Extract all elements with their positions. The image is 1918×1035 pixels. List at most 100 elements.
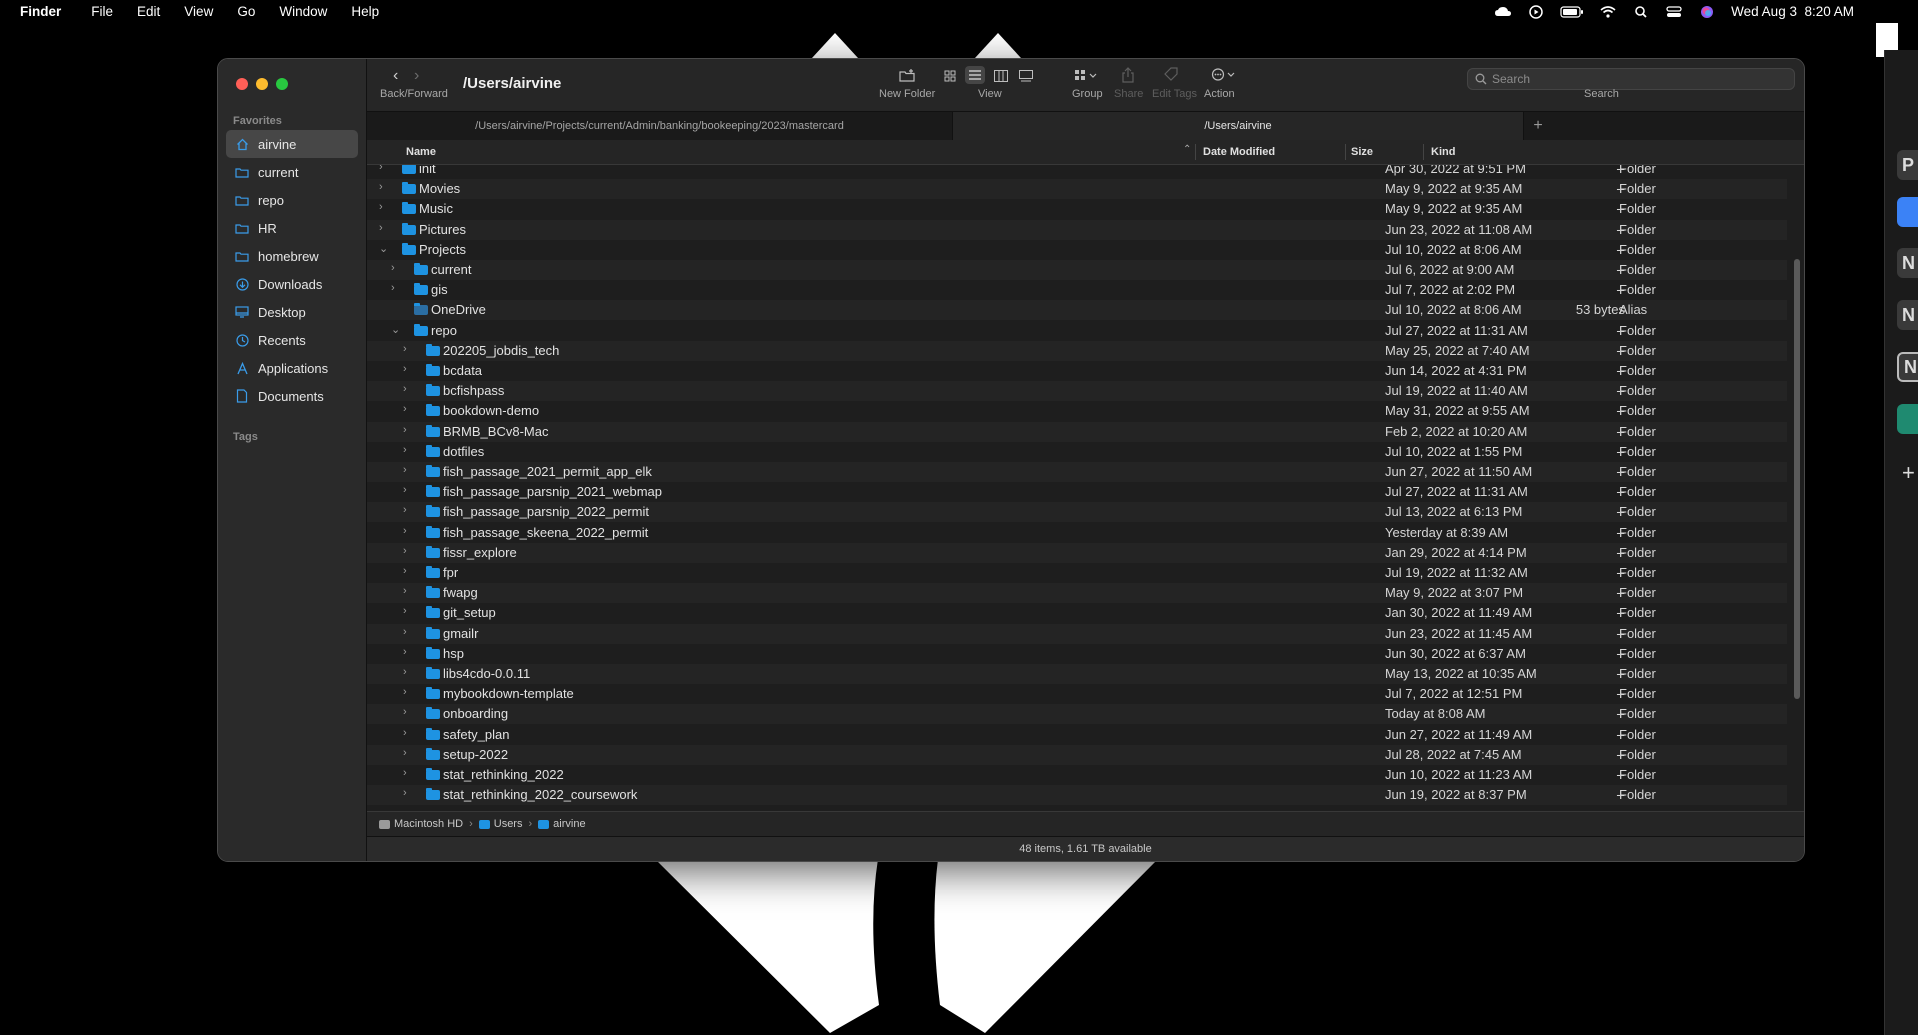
close-button[interactable] xyxy=(236,78,248,90)
table-row[interactable]: › BRMB_BCv8-Mac Feb 2, 2022 at 10:20 AM -- F… xyxy=(367,421,1787,442)
table-row[interactable]: › init Apr 30, 2022 at 9:51 PM -- Folder xyxy=(367,165,1787,179)
chevron-right-icon[interactable]: › xyxy=(391,262,395,274)
chevron-right-icon[interactable]: › xyxy=(379,181,383,193)
table-row[interactable]: ⌄ repo Jul 27, 2022 at 11:31 AM -- Folder xyxy=(367,321,1787,341)
chevron-right-icon[interactable]: › xyxy=(403,666,407,678)
chevron-right-icon[interactable]: › xyxy=(379,201,383,213)
sort-chevron-up-icon[interactable]: ⌃ xyxy=(1183,144,1191,155)
dock-item[interactable] xyxy=(1897,197,1918,227)
tag-icon[interactable] xyxy=(1164,67,1178,81)
table-row[interactable]: ⌄ Projects Jul 10, 2022 at 8:06 AM -- Folder xyxy=(367,240,1787,260)
chevron-right-icon[interactable]: › xyxy=(403,747,407,759)
chevron-right-icon[interactable]: › xyxy=(403,686,407,698)
chevron-right-icon[interactable]: › xyxy=(403,646,407,658)
table-row[interactable]: › mybookdown-template Jul 7, 2022 at 12:51… xyxy=(367,684,1787,704)
table-row[interactable]: › stat_rethinking_2022_coursework Jun 19, … xyxy=(367,785,1787,806)
table-row[interactable]: › fpr Jul 19, 2022 at 11:32 AM -- Folder xyxy=(367,563,1787,583)
play-icon[interactable] xyxy=(1527,4,1545,19)
column-divider[interactable] xyxy=(1345,144,1346,160)
menu-app-finder[interactable]: Finder xyxy=(8,4,79,19)
chevron-right-icon[interactable]: › xyxy=(403,585,407,597)
table-row[interactable]: › dotfiles Jul 10, 2022 at 1:55 PM -- Folder xyxy=(367,442,1787,462)
chevron-down-icon[interactable]: ⌄ xyxy=(379,242,388,255)
table-row[interactable]: › Pictures Jun 23, 2022 at 11:08 AM -- Folde… xyxy=(367,219,1787,240)
breadcrumb-users[interactable]: Users xyxy=(478,818,522,830)
chevron-right-icon[interactable]: › xyxy=(403,626,407,638)
table-row[interactable]: › fish_passage_skeena_2022_permit Yesterda… xyxy=(367,523,1787,543)
action-label[interactable]: Action xyxy=(1204,88,1235,100)
chevron-right-icon[interactable]: › xyxy=(403,504,407,516)
menu-help[interactable]: Help xyxy=(339,4,391,19)
table-row[interactable]: › stat_rethinking_2022 Jun 10, 2022 at 11:… xyxy=(367,765,1787,785)
table-row[interactable]: › bcdata Jun 14, 2022 at 4:31 PM -- Folder xyxy=(367,361,1787,381)
dock-item[interactable]: N xyxy=(1897,352,1918,382)
control-center-icon[interactable] xyxy=(1665,5,1683,19)
sidebar-item-downloads[interactable]: Downloads xyxy=(226,270,358,298)
table-row[interactable]: › Movies May 9, 2022 at 9:35 AM -- Folder xyxy=(367,179,1787,200)
vertical-scrollbar[interactable] xyxy=(1794,259,1800,699)
menu-edit[interactable]: Edit xyxy=(125,4,172,19)
table-row[interactable]: › bcfishpass Jul 19, 2022 at 11:40 AM -- Fol… xyxy=(367,381,1787,402)
chevron-right-icon[interactable]: › xyxy=(403,565,407,577)
dock-item[interactable] xyxy=(1897,404,1918,434)
cloud-icon[interactable] xyxy=(1494,5,1512,19)
chevron-right-icon[interactable]: › xyxy=(403,343,407,355)
back-icon[interactable]: ‹ xyxy=(393,67,398,85)
forward-icon[interactable]: › xyxy=(414,67,419,85)
table-row[interactable]: OneDrive Jul 10, 2022 at 8:06 AM 53 bytes A… xyxy=(367,300,1787,321)
chevron-right-icon[interactable]: › xyxy=(403,383,407,395)
chevron-right-icon[interactable]: › xyxy=(403,424,407,436)
menu-go[interactable]: Go xyxy=(225,4,267,19)
table-row[interactable]: › hsp Jun 30, 2022 at 6:37 AM -- Folder xyxy=(367,644,1787,664)
dock-item[interactable]: N xyxy=(1897,300,1918,330)
menu-file[interactable]: File xyxy=(79,4,125,19)
table-row[interactable]: › fish_passage_parsnip_2021_webmap Jul 27,… xyxy=(367,482,1787,502)
table-row[interactable]: › gmailr Jun 23, 2022 at 11:45 AM -- Folder xyxy=(367,623,1787,644)
new-folder-icon[interactable] xyxy=(899,69,915,82)
share-icon[interactable] xyxy=(1122,67,1134,83)
siri-icon[interactable] xyxy=(1698,5,1716,19)
sidebar-item-desktop[interactable]: Desktop xyxy=(226,298,358,326)
chevron-right-icon[interactable]: › xyxy=(391,282,395,294)
sidebar-item-applications[interactable]: Applications xyxy=(226,354,358,382)
column-header-size[interactable]: Size xyxy=(1351,146,1373,158)
column-view-icon[interactable] xyxy=(994,70,1008,82)
new-tab-button[interactable]: + xyxy=(1523,112,1552,140)
chevron-down-icon[interactable]: ⌄ xyxy=(391,323,400,336)
table-row[interactable]: › git_setup Jan 30, 2022 at 11:49 AM -- Fold… xyxy=(367,603,1787,623)
column-divider[interactable] xyxy=(1423,144,1424,160)
chevron-right-icon[interactable]: › xyxy=(379,165,383,173)
table-row[interactable]: › gis Jul 7, 2022 at 2:02 PM -- Folder xyxy=(367,280,1787,300)
chevron-right-icon[interactable]: › xyxy=(403,767,407,779)
sidebar-heading-tags[interactable]: Tags xyxy=(233,431,258,443)
table-row[interactable]: › fish_passage_parsnip_2022_permit Jul 13,… xyxy=(367,502,1787,523)
table-row[interactable]: › Music May 9, 2022 at 9:35 AM -- Folder xyxy=(367,199,1787,219)
table-row[interactable]: › fissr_explore Jan 29, 2022 at 4:14 PM -- F… xyxy=(367,542,1787,563)
wifi-icon[interactable] xyxy=(1599,5,1617,19)
chevron-right-icon[interactable]: › xyxy=(403,787,407,799)
breadcrumb-macintosh-hd[interactable]: Macintosh HD xyxy=(379,818,463,830)
table-row[interactable]: › current Jul 6, 2022 at 9:00 AM -- Folder xyxy=(367,260,1787,280)
share-label[interactable]: Share xyxy=(1114,88,1143,100)
chevron-right-icon[interactable]: › xyxy=(403,403,407,415)
chevron-right-icon[interactable]: › xyxy=(403,484,407,496)
chevron-right-icon[interactable]: › xyxy=(379,222,383,234)
sidebar-item-documents[interactable]: Documents xyxy=(226,382,358,410)
sidebar-item-repo[interactable]: repo xyxy=(226,186,358,214)
table-row[interactable]: › libs4cdo-0.0.11 May 13, 2022 at 10:35 AM… xyxy=(367,664,1787,684)
action-icon[interactable] xyxy=(1211,68,1237,81)
column-divider[interactable] xyxy=(1195,144,1196,160)
chevron-right-icon[interactable]: › xyxy=(403,706,407,718)
column-header-name[interactable]: Name xyxy=(406,146,436,158)
dock-item[interactable]: N xyxy=(1897,248,1918,278)
table-row[interactable]: › fish_passage_2021_permit_app_elk Jun 27,… xyxy=(367,462,1787,482)
icon-view-icon[interactable] xyxy=(944,70,956,82)
new-folder-label[interactable]: New Folder xyxy=(879,88,935,100)
table-row[interactable]: › 202205_jobdis_tech May 25, 2022 at 7:40 … xyxy=(367,340,1787,361)
list-view-button[interactable] xyxy=(965,66,985,84)
dock-item[interactable]: P xyxy=(1897,150,1918,180)
menu-view[interactable]: View xyxy=(172,4,225,19)
table-row[interactable]: › onboarding Today at 8:08 AM -- Folder xyxy=(367,704,1787,725)
table-row[interactable]: › setup-2022 Jul 28, 2022 at 7:45 AM -- Fold… xyxy=(367,744,1787,765)
dock-item[interactable]: + xyxy=(1897,458,1918,488)
